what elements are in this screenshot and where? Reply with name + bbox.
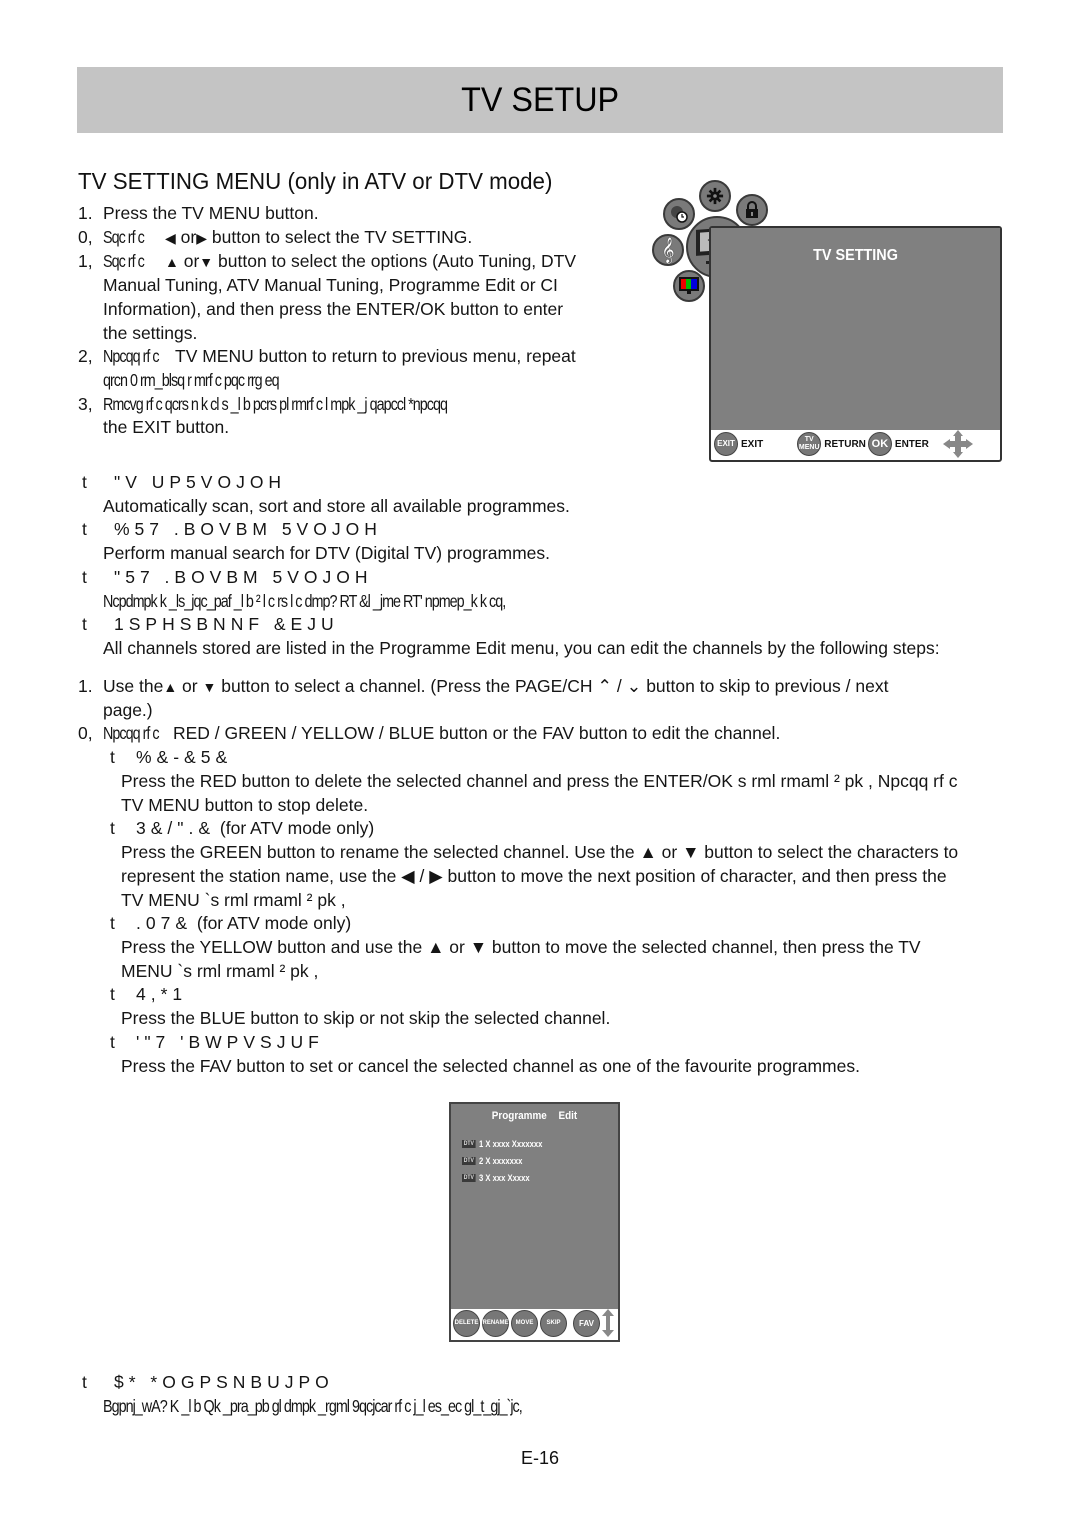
exit-key-icon: EXIT: [714, 432, 738, 456]
gear-icon: [699, 180, 731, 212]
enter-label: ENTER: [894, 438, 929, 450]
option-ci-info-title: t $* *OGPSNBUJPO: [82, 1372, 334, 1392]
skip-key-icon: SKIP: [540, 1309, 567, 1337]
dtv-badge: DTV: [462, 1157, 476, 1165]
dtv-badge: DTV: [462, 1140, 476, 1148]
step-1: 1. Press the TV MENU button.: [78, 203, 319, 223]
step-5: 3, Rmcvg rf c qcrs n k cl s _l b pcrs pl …: [78, 394, 448, 414]
page-number: E-16: [520, 1448, 560, 1468]
osd-title: TV SETTING: [813, 247, 898, 264]
edit-item-rename-line-1: Press the GREEN button to rename the sel…: [121, 842, 959, 862]
music-note-icon: 𝄞: [652, 234, 684, 266]
step-3-cont-2: Information), and then press the ENTER/O…: [103, 299, 564, 319]
up-arrow-icon: ▲: [165, 254, 179, 270]
edit-item-skip-title: t 4,*1: [110, 984, 188, 1004]
edit-item-skip-line-1: Press the BLUE button to skip or not ski…: [121, 1008, 611, 1028]
edit-step-2: 0, Npcqq rf c RED / GREEN / YELLOW / BLUE …: [78, 723, 781, 743]
option-programme-edit-title: t 1SPHSBNNF &EJU: [82, 614, 339, 634]
edit-item-delete-line-1: Press the RED button to delete the selec…: [121, 771, 958, 791]
caret-up-icon: ⌃: [597, 676, 613, 696]
tv-menu-key-icon: TV MENU: [797, 432, 822, 456]
edit-item-delete-title: t %&-&5&: [110, 747, 233, 767]
up-arrow-icon: ▲: [163, 679, 178, 695]
step-4-cont: qrcn 0 rm_blsq r mrf c pqc rrg eq: [103, 370, 280, 390]
step-3-cont-3: the settings.: [103, 323, 198, 343]
option-auto-tuning-title: t "V UP5VOJOH: [82, 472, 287, 492]
pe-footer: DELETE RENAME MOVE SKIP FAV: [453, 1306, 618, 1340]
step-5-cont: the EXIT button.: [103, 417, 230, 437]
edit-item-move-line-2: MENU `s rml rmaml ² pk ,: [121, 961, 319, 981]
option-dtv-manual-desc: Perform manual search for DTV (Digital T…: [103, 543, 551, 563]
option-auto-tuning-desc: Automatically scan, sort and store all a…: [103, 496, 570, 516]
move-key-icon: MOVE: [511, 1309, 538, 1337]
osd-screen: TV SETTING: [711, 228, 1000, 430]
right-arrow-icon: ▶: [196, 230, 207, 246]
edit-item-move-line-1: Press the YELLOW button and use the ▲ or…: [121, 937, 921, 957]
step-2: 0, Sqc rf c ◀ or▶ button to select the TV …: [78, 227, 473, 247]
delete-key-icon: DELETE: [453, 1309, 480, 1337]
option-ci-info-desc: Bgpnj_wA? K _l b Qk _pra_pb gl dmpk _rgm…: [103, 1396, 523, 1416]
edit-item-rename-title: t 3&/".& (for ATV mode only): [110, 818, 375, 838]
edit-item-fav-title: t '"7 'BWPVSJUF: [110, 1032, 324, 1052]
left-arrow-icon: ◀: [165, 230, 176, 246]
channel-row: DTV 2 X xxxxxxx: [462, 1156, 523, 1166]
edit-item-move-title: t .07& (for ATV mode only): [110, 913, 352, 933]
edit-item-fav-line-1: Press the FAV button to set or cancel th…: [121, 1056, 860, 1076]
step-4: 2, Npcqq rf c TV MENU button to return to …: [78, 346, 576, 366]
programme-edit-osd: Programme Edit DTV 1 X xxxx Xxxxxxx DTV 2 …: [449, 1102, 620, 1342]
option-programme-edit-desc: All channels stored are listed in the Pr…: [103, 638, 940, 658]
down-arrow-icon: ▼: [199, 254, 214, 270]
option-atv-manual-title: t "57 .BOVBM 5VOJOH: [82, 567, 373, 587]
section-title: TV SETTING MENU (only in ATV or DTV mode…: [78, 168, 553, 194]
pe-screen: Programme Edit DTV 1 X xxxx Xxxxxxx DTV 2 …: [451, 1104, 618, 1309]
down-arrow-icon: ▼: [202, 679, 217, 695]
edit-item-rename-line-2: represent the station name, use the ◀ / …: [121, 866, 947, 886]
tv-setting-osd: TV SETTING EXIT EXIT TV MENU RETURN OK E…: [709, 226, 1002, 462]
edit-item-rename-line-3: TV MENU `s rml rmaml ² pk ,: [121, 890, 346, 910]
navigation-arrows-icon: [942, 430, 973, 458]
fav-key-icon: FAV: [573, 1309, 600, 1337]
pe-title: Programme Edit: [491, 1110, 578, 1122]
exit-label: EXIT: [741, 438, 764, 450]
osd-footer: EXIT EXIT TV MENU RETURN OK ENTER: [711, 428, 1000, 460]
lock-icon: [736, 194, 768, 226]
color-bars-icon: [673, 270, 705, 302]
option-dtv-manual-title: t %57 .BOVBM 5VOJOH: [82, 519, 382, 539]
rename-key-icon: RENAME: [482, 1309, 509, 1337]
channel-row: DTV 3 X xxx Xxxxx: [462, 1173, 530, 1183]
ok-key-icon: OK: [867, 432, 892, 456]
clock-globe-icon: [663, 198, 695, 230]
step-3-cont-1: Manual Tuning, ATV Manual Tuning, Progra…: [103, 275, 558, 295]
step-3: 1, Sqc rf c ▲ or▼ button to select the opt…: [78, 251, 577, 271]
option-atv-manual-desc: Ncpdmpk k _ls_jqc_paf _l b ² l c rs l c …: [103, 591, 506, 611]
edit-step-1-cont: page.): [103, 700, 153, 720]
return-label: RETURN: [824, 438, 866, 450]
page-title: TV SETUP: [461, 80, 619, 119]
edit-step-1: 1. Use the▲ or ▼ button to select a chann…: [78, 676, 889, 696]
channel-row: DTV 1 X xxxx Xxxxxxx: [462, 1139, 543, 1149]
edit-item-delete-line-2: TV MENU button to stop delete.: [121, 795, 369, 815]
page-header-bar: TV SETUP: [77, 67, 1003, 133]
up-down-arrows-icon: [602, 1309, 614, 1337]
caret-down-icon: ⌄: [626, 676, 642, 696]
dtv-badge: DTV: [462, 1174, 476, 1182]
